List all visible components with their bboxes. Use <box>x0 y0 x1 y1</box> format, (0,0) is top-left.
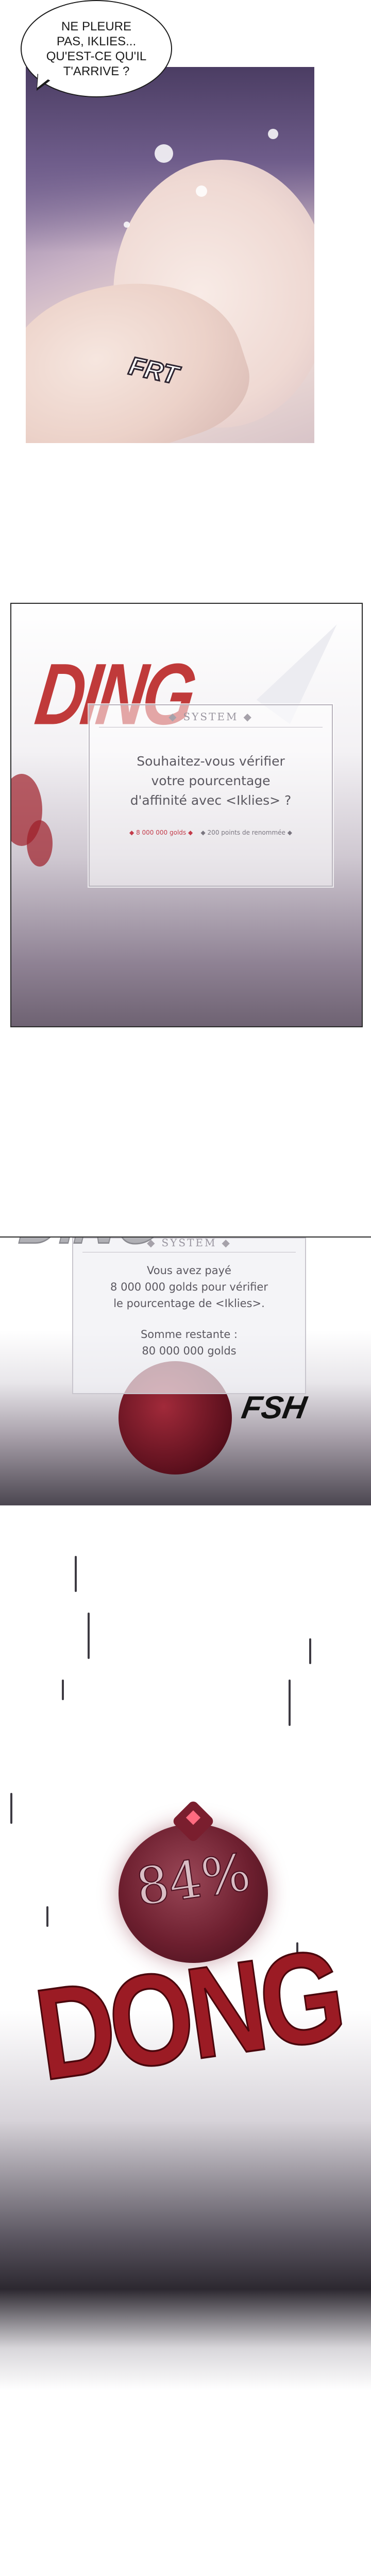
cost-points-value: 200 <box>207 829 220 836</box>
light-particle <box>155 144 173 163</box>
remaining-value: 80 000 000 <box>142 1345 204 1357</box>
system-message: Souhaitez-vous vérifier votre pourcentag… <box>100 752 322 810</box>
system-title: SYSTEM <box>161 1236 217 1249</box>
red-blur <box>27 820 53 867</box>
panel-payment: ◆ SYSTEM ◆ Vous avez payé 8 000 000 golds … <box>0 1236 371 1505</box>
ink-drip <box>309 1638 311 1664</box>
ink-drip <box>75 1556 77 1592</box>
ink-drip <box>88 1613 90 1659</box>
system-window: ◆ SYSTEM ◆ Souhaitez-vous vérifier votre p… <box>89 704 333 887</box>
ink-drip <box>10 1793 12 1824</box>
system-line: 8 000 000 golds pour vérifier <box>110 1281 268 1293</box>
diamond-icon: ◆ <box>222 1236 231 1249</box>
diamond-icon: ◆ <box>129 829 134 836</box>
system-line: le pourcentage de <Iklies>. <box>113 1297 265 1310</box>
panel-system-prompt: DING ◆ SYSTEM ◆ Souhaitez-vous vérifier vo… <box>10 603 363 1027</box>
light-particle <box>268 129 278 139</box>
panel-affinity-reveal: 84% DONG <box>0 1546 371 2391</box>
sfx-dong: DONG <box>27 1921 350 2109</box>
cost-gold-unit: golds <box>169 829 187 836</box>
cost-gold-value: 8 000 000 <box>136 829 168 836</box>
system-line: Vous avez payé <box>147 1264 231 1277</box>
remaining-unit: golds <box>207 1345 237 1357</box>
light-particle <box>124 222 130 228</box>
system-title: SYSTEM <box>183 710 239 723</box>
sfx-fsh: FSH <box>239 1390 310 1426</box>
diamond-icon: ◆ <box>243 710 253 723</box>
diamond-icon: ◆ <box>200 829 206 836</box>
speech-line: T'ARRIVE ? <box>63 64 130 78</box>
diamond-icon: ◆ <box>168 710 178 723</box>
ink-drip <box>289 1680 291 1726</box>
remaining-label: Somme restante : <box>140 1328 238 1341</box>
diamond-icon: ◆ <box>287 829 292 836</box>
ink-drip <box>46 1906 48 1927</box>
system-line: d'affinité avec <Iklies> ? <box>130 793 292 808</box>
speech-line: PAS, IKLIES... <box>56 34 137 48</box>
light-particle <box>196 185 207 197</box>
remaining-sum: Somme restante : 80 000 000 golds <box>83 1326 295 1359</box>
ink-drip <box>62 1680 64 1700</box>
comic-page: { "speech_bubble": { "lines": ["NE PLEUR… <box>0 0 371 2576</box>
system-header: ◆ SYSTEM ◆ <box>90 710 332 723</box>
system-message: Vous avez payé 8 000 000 golds pour véri… <box>83 1262 295 1312</box>
system-line: Souhaitez-vous vérifier <box>137 754 285 769</box>
sfx-ding: DING <box>15 1238 166 1262</box>
speech-line: NE PLEURE <box>61 19 132 33</box>
cost-points-unit: points de renommée <box>221 829 285 836</box>
panel-crying-face: FRT <box>26 67 314 443</box>
system-line: votre pourcentage <box>151 773 271 788</box>
speech-line: QU'EST-CE QU'IL <box>46 49 147 63</box>
diamond-icon: ◆ <box>188 829 193 836</box>
cost-options: ◆ 8 000 000 golds ◆ ◆ 200 points de reno… <box>97 829 324 836</box>
